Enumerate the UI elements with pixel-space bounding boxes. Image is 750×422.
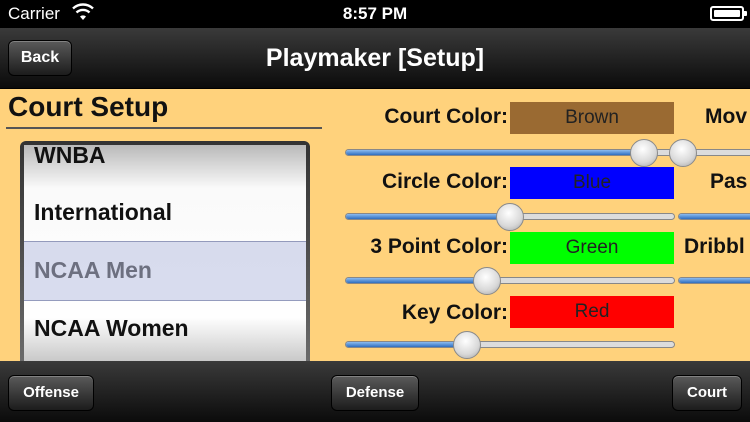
- slider-fill: [346, 214, 510, 219]
- navigation-bar: Back Playmaker [Setup]: [0, 28, 750, 89]
- three-point-color-slider[interactable]: [345, 267, 675, 295]
- picker-item-selected[interactable]: NCAA Men: [34, 257, 152, 284]
- picker-item[interactable]: International: [34, 199, 172, 226]
- slider-knob[interactable]: [630, 139, 659, 167]
- move-speed-slider[interactable]: [669, 139, 750, 167]
- status-bar: Carrier 8:57 PM: [0, 0, 750, 28]
- court-type-picker[interactable]: WNBA International NCAA Men NCAA Women: [20, 141, 310, 361]
- dribble-speed-slider[interactable]: [678, 277, 750, 284]
- court-color-label: Court Color:: [384, 105, 508, 128]
- circle-color-label: Circle Color:: [381, 170, 508, 193]
- three-point-color-label: 3 Point Color:: [370, 235, 508, 258]
- slider-fill: [346, 278, 488, 283]
- battery-icon: [710, 6, 747, 21]
- slider-fill: [346, 342, 468, 347]
- key-color-slider[interactable]: [345, 331, 675, 359]
- picker-item[interactable]: NCAA Women: [34, 315, 189, 342]
- circle-color-slider[interactable]: [345, 203, 675, 231]
- court-color-slider[interactable]: [345, 139, 675, 167]
- offense-button[interactable]: Offense: [8, 375, 94, 411]
- three-point-color-swatch[interactable]: Green: [510, 232, 674, 264]
- slider-fill: [346, 150, 645, 155]
- slider-knob[interactable]: [473, 267, 502, 295]
- header-divider: [6, 127, 322, 129]
- slider-knob[interactable]: [496, 203, 524, 231]
- slider-fill: [679, 278, 750, 283]
- setup-panel: Court Setup WNBA International NCAA Men …: [0, 89, 750, 361]
- slider-fill: [679, 214, 750, 219]
- defense-button[interactable]: Defense: [331, 375, 419, 411]
- court-color-swatch[interactable]: Brown: [510, 102, 674, 134]
- court-setup-header: Court Setup: [8, 91, 169, 122]
- picker-item[interactable]: WNBA: [34, 145, 106, 169]
- move-speed-label: Mov: [705, 105, 747, 128]
- pass-speed-label: Pas: [710, 170, 748, 193]
- clock: 8:57 PM: [342, 4, 408, 23]
- bottom-toolbar: Offense Defense Court: [0, 361, 750, 422]
- page-title: Playmaker [Setup]: [265, 44, 485, 72]
- court-button[interactable]: Court: [672, 375, 742, 411]
- key-color-swatch[interactable]: Red: [510, 296, 674, 328]
- pass-speed-slider[interactable]: [678, 213, 750, 220]
- dribble-speed-label: Dribbl: [684, 235, 745, 258]
- slider-knob[interactable]: [453, 331, 482, 359]
- key-color-label: Key Color:: [401, 301, 508, 324]
- slider-knob[interactable]: [669, 139, 698, 167]
- circle-color-swatch[interactable]: Blue: [510, 167, 674, 199]
